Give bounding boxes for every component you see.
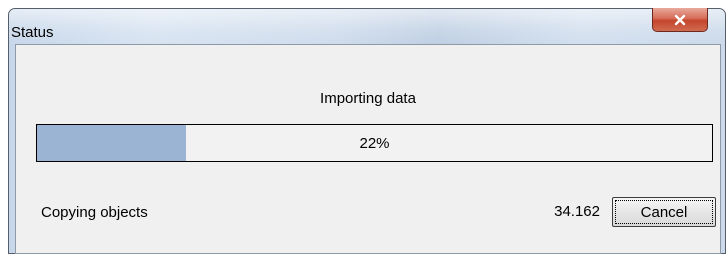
- cancel-button-label: Cancel: [615, 200, 713, 224]
- progress-bar: 22%: [36, 124, 713, 162]
- status-text: Copying objects: [41, 204, 148, 221]
- close-button[interactable]: [652, 8, 708, 32]
- cancel-button[interactable]: Cancel: [612, 197, 716, 227]
- close-icon: [674, 14, 686, 25]
- object-count: 34.162: [554, 203, 600, 220]
- dialog-heading: Importing data: [320, 90, 416, 107]
- title-bar[interactable]: Status: [9, 8, 725, 44]
- window-title: Status: [11, 24, 54, 41]
- progress-label: 22%: [359, 135, 390, 152]
- dialog-body: Importing data 22% Copying objects 34.16…: [15, 44, 721, 254]
- status-window: Status Importing data 22% Copying object…: [8, 8, 726, 254]
